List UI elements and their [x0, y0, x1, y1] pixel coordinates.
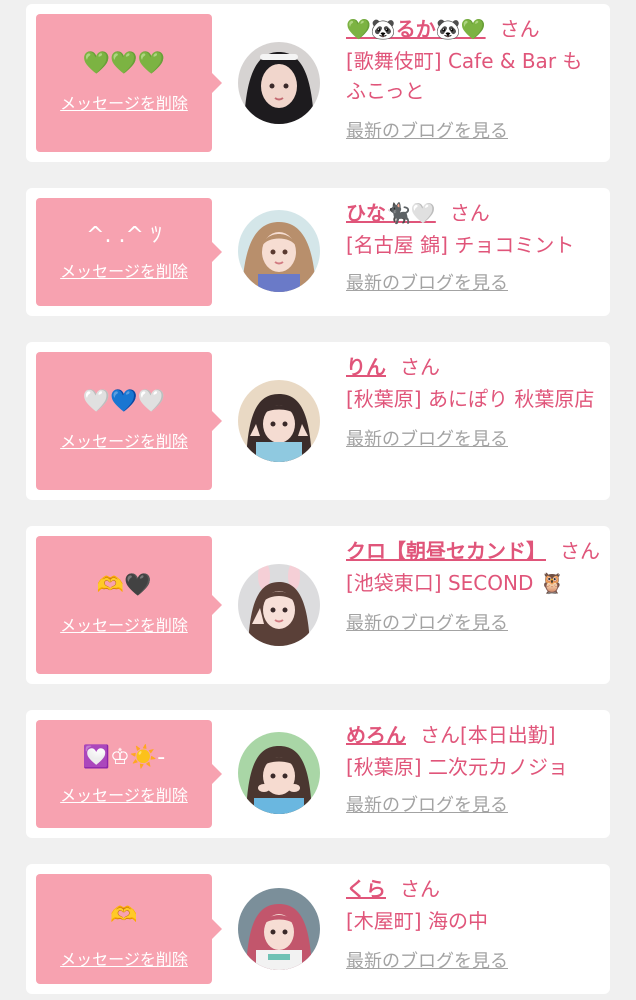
latest-blog-link[interactable]: 最新のブログを見る — [346, 612, 602, 636]
shop-label: [秋葉原] 二次元カノジョ — [346, 755, 568, 779]
cast-info: ひな🐈‍⬛🤍 さん [名古屋 錦] チョコミント 最新のブログを見る — [346, 200, 602, 296]
cast-name-link[interactable]: めろん — [346, 723, 406, 747]
cast-info: めろん さん[本日出勤] [秋葉原] 二次元カノジョ 最新のブログを見る — [346, 722, 602, 818]
honorific: さん — [420, 723, 460, 747]
honorific: さん — [400, 877, 440, 901]
name-line: りん さん — [346, 354, 602, 380]
cast-name-link[interactable]: クロ【朝昼セカンド】 — [346, 539, 546, 563]
avatar-portrait-5-icon — [238, 732, 320, 814]
delete-message-link[interactable]: メッセージを削除 — [36, 432, 212, 452]
name-line: ひな🐈‍⬛🤍 さん — [346, 200, 602, 226]
message-bubble: 💚💚💚 メッセージを削除 — [36, 14, 222, 152]
latest-blog-link[interactable]: 最新のブログを見る — [346, 272, 602, 296]
favorite-card: 💚💚💚 メッセージを削除 💚🐼るか🐼💚 さん [歌舞伎町] Cafe & Bar … — [26, 4, 610, 162]
shop-label: [秋葉原] あにぽり 秋葉原店 — [346, 387, 595, 411]
message-text: 💟♔☀️- — [82, 745, 166, 770]
avatar-portrait-3-icon — [238, 380, 320, 462]
shop-label: [池袋東口] SECOND 🦉 — [346, 571, 565, 595]
name-suffix: [本日出勤] — [460, 723, 556, 747]
avatar[interactable] — [238, 732, 320, 814]
name-line: クロ【朝昼セカンド】 さん — [346, 538, 602, 564]
honorific: さん — [499, 17, 540, 41]
message-text: 🫶🖤 — [96, 573, 152, 598]
message-bubble: 🤍💙🤍 メッセージを削除 — [36, 352, 222, 490]
avatar[interactable] — [238, 564, 320, 646]
avatar[interactable] — [238, 42, 320, 124]
latest-blog-link[interactable]: 最新のブログを見る — [346, 950, 602, 974]
cast-info: くら さん [木屋町] 海の中 最新のブログを見る — [346, 876, 602, 974]
shop-label: [名古屋 錦] チョコミント — [346, 233, 575, 257]
cast-info: りん さん [秋葉原] あにぽり 秋葉原店 最新のブログを見る — [346, 354, 602, 452]
message-text: 💚💚💚 — [82, 51, 166, 76]
favorite-card: 🫶 メッセージを削除 くら さん [木屋町] 海の中 最新のブログを見る — [26, 864, 610, 994]
message-text: 🫶 — [110, 903, 138, 928]
honorific: さん — [400, 355, 440, 379]
cast-name-link[interactable]: ひな🐈‍⬛🤍 — [346, 201, 436, 225]
name-line: 💚🐼るか🐼💚 さん — [346, 16, 602, 42]
message-bubble: 🫶🖤 メッセージを削除 — [36, 536, 222, 674]
avatar-portrait-6-icon — [238, 888, 320, 970]
message-text: ^. .^ ﾂ — [86, 223, 162, 248]
honorific: さん — [449, 201, 490, 225]
delete-message-link[interactable]: メッセージを削除 — [36, 950, 212, 970]
cast-name-link[interactable]: 💚🐼るか🐼💚 — [346, 17, 486, 41]
favorite-card: 🤍💙🤍 メッセージを削除 りん さん [秋葉原] あにぽり 秋葉原店 最新のブログ… — [26, 342, 610, 500]
delete-message-link[interactable]: メッセージを削除 — [36, 616, 212, 636]
cast-info: 💚🐼るか🐼💚 さん [歌舞伎町] Cafe & Bar もふこっと 最新のブログを… — [346, 16, 602, 144]
cast-name-link[interactable]: りん — [346, 355, 386, 379]
avatar-portrait-4-icon — [238, 564, 320, 646]
honorific: さん — [560, 539, 600, 563]
delete-message-link[interactable]: メッセージを削除 — [36, 94, 212, 114]
delete-message-link[interactable]: メッセージを削除 — [36, 786, 212, 806]
name-line: くら さん — [346, 876, 602, 902]
latest-blog-link[interactable]: 最新のブログを見る — [346, 794, 602, 818]
cast-name-link[interactable]: くら — [346, 877, 386, 901]
avatar-portrait-1-icon — [238, 42, 320, 124]
avatar[interactable] — [238, 380, 320, 462]
cast-info: クロ【朝昼セカンド】 さん [池袋東口] SECOND 🦉 最新のブログを見る — [346, 538, 602, 636]
message-bubble: ^. .^ ﾂ メッセージを削除 — [36, 198, 222, 306]
message-bubble: 💟♔☀️- メッセージを削除 — [36, 720, 222, 828]
favorite-card: ^. .^ ﾂ メッセージを削除 ひな🐈‍⬛🤍 さん [名古屋 錦] チョコミント… — [26, 188, 610, 316]
avatar[interactable] — [238, 888, 320, 970]
favorite-card: 💟♔☀️- メッセージを削除 めろん さん[本日出勤] [秋葉原] 二次元カノジョ… — [26, 710, 610, 838]
shop-label: [木屋町] 海の中 — [346, 909, 488, 933]
avatar[interactable] — [238, 210, 320, 292]
latest-blog-link[interactable]: 最新のブログを見る — [346, 428, 602, 452]
avatar-portrait-2-icon — [238, 210, 320, 292]
latest-blog-link[interactable]: 最新のブログを見る — [346, 120, 602, 144]
shop-label: [歌舞伎町] Cafe & Bar もふこっと — [346, 49, 583, 103]
favorite-card: 🫶🖤 メッセージを削除 クロ【朝昼セカンド】 さん [池袋東口] SECOND 🦉… — [26, 526, 610, 684]
message-text: 🤍💙🤍 — [82, 389, 166, 414]
message-bubble: 🫶 メッセージを削除 — [36, 874, 222, 984]
delete-message-link[interactable]: メッセージを削除 — [36, 262, 212, 282]
name-line: めろん さん[本日出勤] — [346, 722, 602, 748]
